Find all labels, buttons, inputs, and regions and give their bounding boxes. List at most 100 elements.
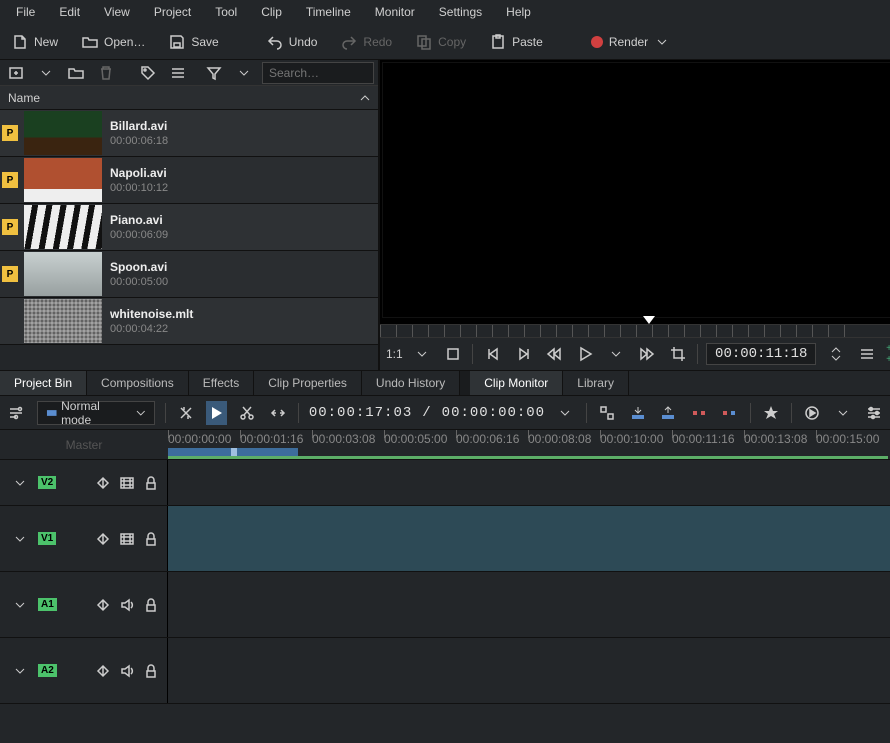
menu-help[interactable]: Help [494,1,543,23]
effects-icon[interactable] [95,475,111,491]
paste-button[interactable]: Paste [484,30,549,54]
timeline-position[interactable]: 00:00:17:03 [309,405,412,421]
tab-effects[interactable]: Effects [189,371,254,395]
list-icon[interactable] [166,61,190,85]
tab-compositions[interactable]: Compositions [87,371,189,395]
track-settings-icon[interactable] [6,401,27,425]
play-icon[interactable] [574,342,597,366]
video-icon[interactable] [119,475,135,491]
menu-tool[interactable]: Tool [203,1,249,23]
edit-mode-dropdown[interactable]: Normal mode [37,401,155,425]
render-button[interactable]: Render [585,30,676,54]
crop-icon[interactable] [666,342,689,366]
select-tool-icon[interactable] [206,401,227,425]
track-head-a1[interactable]: A1 [0,572,168,637]
chevron-down-icon[interactable] [411,342,434,366]
menu-project[interactable]: Project [142,1,203,23]
spacer-tool-icon[interactable] [267,401,288,425]
favorite-icon[interactable] [761,401,782,425]
collapse-icon[interactable] [8,659,32,683]
chevron-down-icon[interactable] [232,61,256,85]
zoom-label[interactable]: 1:1 [386,347,403,361]
monitor-ruler[interactable] [380,324,890,338]
lock-icon[interactable] [143,531,159,547]
stepper-icon[interactable] [824,342,847,366]
track-body-a2[interactable] [168,638,890,703]
save-button[interactable]: Save [163,30,224,54]
tab-project-bin[interactable]: Project Bin [0,371,87,395]
new-button[interactable]: New [6,30,64,54]
track-body-v1[interactable] [168,506,890,571]
menu-settings[interactable]: Settings [427,1,494,23]
tag-icon[interactable] [136,61,160,85]
track-body-a1[interactable] [168,572,890,637]
zone-out-icon[interactable] [442,342,465,366]
search-input[interactable] [262,62,374,84]
bin-column-header[interactable]: Name [0,86,378,110]
collapse-icon[interactable] [8,527,32,551]
lock-icon[interactable] [143,663,159,679]
tab-clip-properties[interactable]: Clip Properties [254,371,362,395]
insert-zone-icon[interactable] [627,401,648,425]
chevron-down-icon[interactable] [833,401,854,425]
audio-icon[interactable] [119,663,135,679]
tab-library[interactable]: Library [563,371,629,395]
bin-item[interactable]: PSpoon.avi00:00:05:00 [0,251,378,298]
chevron-down-icon[interactable] [605,342,628,366]
add-clip-icon[interactable] [4,61,28,85]
lock-icon[interactable] [143,475,159,491]
save-icon [169,34,185,50]
menu-file[interactable]: File [4,1,47,23]
chevron-down-icon[interactable] [555,401,576,425]
effects-icon[interactable] [95,597,111,613]
filter-icon[interactable] [202,61,226,85]
overwrite-zone-icon[interactable] [658,401,679,425]
menu-clip[interactable]: Clip [249,1,294,23]
menu-monitor[interactable]: Monitor [363,1,427,23]
clip-monitor-panel: 1:1 00:00:11:18 +5 +9 [380,60,890,370]
audio-icon[interactable] [119,597,135,613]
lift-zone-icon[interactable] [719,401,740,425]
bin-item[interactable]: PBillard.avi00:00:06:18 [0,110,378,157]
bin-item[interactable]: whitenoise.mlt00:00:04:22 [0,298,378,345]
tab-clip-monitor[interactable]: Clip Monitor [470,371,563,395]
extract-zone-icon[interactable] [688,401,709,425]
collapse-icon[interactable] [8,471,32,495]
track-body-v2[interactable] [168,460,890,505]
preview-render-icon[interactable] [802,401,823,425]
collapse-icon[interactable] [8,593,32,617]
trash-icon[interactable] [94,61,118,85]
track-head-a2[interactable]: A2 [0,638,168,703]
copy-button[interactable]: Copy [410,30,472,54]
open-button[interactable]: Open… [76,30,151,54]
options-icon[interactable] [855,342,878,366]
monitor-viewport[interactable] [382,62,890,318]
rewind-icon[interactable] [543,342,566,366]
forward-icon[interactable] [635,342,658,366]
undo-button[interactable]: Undo [261,30,324,54]
go-end-icon[interactable] [512,342,535,366]
chevron-down-icon[interactable] [34,61,58,85]
video-icon[interactable] [119,531,135,547]
menu-view[interactable]: View [92,1,142,23]
timeline-ruler[interactable]: 00:00:00:0000:00:01:1600:00:03:0800:00:0… [168,430,890,459]
mix-icon[interactable] [597,401,618,425]
redo-button[interactable]: Redo [335,30,398,54]
go-start-icon[interactable] [481,342,504,366]
sliders-icon[interactable] [863,401,884,425]
folder-add-icon[interactable] [64,61,88,85]
menu-timeline[interactable]: Timeline [294,1,363,23]
zone-handle[interactable] [231,448,237,456]
tab-undo-history[interactable]: Undo History [362,371,460,395]
effects-icon[interactable] [95,663,111,679]
rate-icon[interactable] [175,401,196,425]
effects-icon[interactable] [95,531,111,547]
monitor-timecode[interactable]: 00:00:11:18 [706,343,816,365]
track-head-v2[interactable]: V2 [0,460,168,505]
bin-item[interactable]: PPiano.avi00:00:06:09 [0,204,378,251]
bin-item[interactable]: PNapoli.avi00:00:10:12 [0,157,378,204]
menu-edit[interactable]: Edit [47,1,92,23]
razor-tool-icon[interactable] [237,401,258,425]
lock-icon[interactable] [143,597,159,613]
track-head-v1[interactable]: V1 [0,506,168,571]
